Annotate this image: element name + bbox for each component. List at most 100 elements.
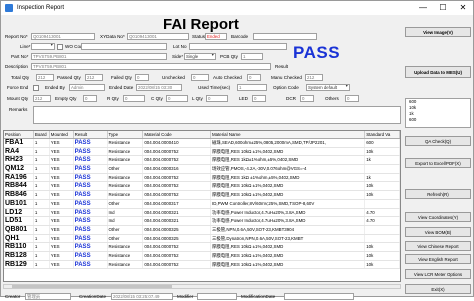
cell-material-code: 004.004.0000325 [143,225,211,234]
table-row[interactable]: LD12 1 YES PASS Ind 004.004.0000321 功率电感,Power… [4,208,400,218]
table-row[interactable]: FBA1 1 YES PASS Resistance 004.004.0000410 磁珠,… [4,139,400,148]
horizontal-scrollbar[interactable] [3,284,401,289]
inspection-table[interactable]: Position Board Mounted Result Type Material C… [3,130,401,282]
standard-value-item[interactable]: 600 [406,117,470,123]
cell-standard-value: 10k [365,147,400,156]
cell-position: RB128 [4,251,34,260]
unchecked-field: 0 [191,74,209,81]
cell-position: RB110 [4,243,34,251]
r-qty-field: 0 [123,95,145,102]
xydata-field[interactable]: Q0109413001 [127,33,189,40]
lot-no-label: Lot No [173,44,187,49]
status-field: Ended [205,33,227,40]
cell-material-code: 004.004.0000752 [143,182,211,191]
table-row[interactable]: UB101 1 YES PASS Other 004.004.0000317 ID,PWM … [4,199,400,209]
cell-result: PASS [74,251,108,260]
description-field[interactable]: TPVST59.PB801 [31,63,271,70]
xydata-label: XYData No* [100,34,125,39]
line-dropdown[interactable] [31,43,55,50]
table-row[interactable]: QB801 1 YES PASS Other 004.004.0000325 三极管,NPN… [4,225,400,235]
column-header-position[interactable]: Position [4,131,34,138]
column-header-type[interactable]: Type [108,131,144,138]
barcode-field[interactable] [253,33,317,40]
wo-code-field[interactable] [81,43,167,50]
force-end-checkbox[interactable] [33,85,39,91]
column-header-material-code[interactable]: Material Code [143,131,211,138]
used-time-field: 1 [237,84,267,91]
window-title: Inspection Report [17,5,65,11]
cell-mounted: YES [50,208,74,217]
cell-material-code: 004.004.0000752 [143,156,211,165]
view-english-report-button[interactable]: View English Report [405,254,471,264]
view-coordinates-button[interactable]: View Coordinates(Y) [405,212,471,222]
cell-board: 1 [34,165,50,173]
table-row[interactable]: RB129 1 YES PASS Resistance 004.004.0000752 厚膜… [4,260,400,270]
qa-check-button[interactable]: QA Check(Q) [405,136,471,146]
app-icon [5,4,13,12]
table-row[interactable]: LD51 1 YES PASS Ind 004.004.0000321 功率电感,Power… [4,217,400,226]
cell-board: 1 [34,156,50,165]
column-header-standard-value[interactable]: Standard Va [365,131,400,138]
table-row[interactable]: QM12 1 YES PASS Other 004.004.0000316 场效应管,PMO… [4,165,400,174]
cell-result: PASS [74,156,108,165]
table-row[interactable]: QH1 1 YES PASS Other 004.004.0000325 三极管,Dynat… [4,234,400,244]
table-row[interactable]: RB128 1 YES PASS Resistance 004.004.0000752 厚膜… [4,251,400,261]
table-header: Position Board Mounted Result Type Material C… [4,131,400,139]
option-code-dropdown[interactable]: System default [306,84,350,91]
cell-position: RB844 [4,182,34,191]
remarks-field[interactable] [33,106,401,124]
cell-result: PASS [74,182,108,191]
side-dropdown[interactable]: Single [184,53,216,60]
standard-value-list[interactable]: 600 10k 1k 600 [405,98,471,128]
cell-result: PASS [74,147,108,156]
cell-type: Other [108,225,144,234]
maximize-button[interactable]: ☐ [433,1,453,15]
exit-button[interactable]: Exit(X) [405,284,471,294]
table-row[interactable]: RH23 1 YES PASS Resistance 004.004.0000752 厚膜电… [4,156,400,166]
upload-mes-button[interactable]: Upload Data to MES(U) [405,66,471,78]
view-bom-button[interactable]: View BOM(B) [405,227,471,237]
column-header-mounted[interactable]: Mounted [50,131,74,138]
view-image-button[interactable]: View Image(V) [405,27,471,37]
wo-code-checkbox[interactable] [57,44,63,50]
cell-standard-value: 10k [365,243,400,251]
column-header-result[interactable]: Result [74,131,108,138]
column-header-material-name[interactable]: Material Name [211,131,366,138]
part-no-field[interactable]: TPVST59.PB801 [31,53,167,60]
table-row[interactable]: RB844 1 YES PASS Resistance 004.004.0000752 厚膜… [4,182,400,192]
remarks-label: Remarks [9,107,28,112]
cell-type: Resistance [108,251,144,260]
ended-date-field: 2022/08/15 03:30 [136,84,182,91]
cell-standard-value: 10k [365,182,400,191]
cell-material-code: 004.004.0000752 [143,260,211,269]
view-chinese-report-button[interactable]: View Chinese Report [405,241,471,251]
mount-qty-field: 212 [33,95,51,102]
column-header-board[interactable]: Board [34,131,50,138]
lot-no-field[interactable] [189,43,287,50]
close-button[interactable]: ✕ [453,1,473,15]
cell-standard-value: 10k [365,251,400,260]
cell-board: 1 [34,243,50,251]
cell-result: PASS [74,217,108,225]
export-excel-pdf-button[interactable]: Export to Excel/PDF(X) [405,158,471,168]
cell-material-code: 004.004.0000752 [143,147,211,156]
scrollbar-thumb[interactable] [12,285,172,288]
status-label: Status [192,34,206,39]
table-row[interactable]: RA4 1 YES PASS Resistance 004.004.0000752 厚膜电阻… [4,147,400,157]
table-row[interactable]: RB846 1 YES PASS Resistance 004.004.0000752 厚膜… [4,191,400,200]
cell-position: QM12 [4,165,34,173]
minimize-button[interactable]: — [413,1,433,15]
cell-material-name: 三极管,Dynatron,NPN,0.6A,50V,SOT-23,KMBT [211,234,366,243]
pcb-qty-field[interactable]: 1 [241,53,263,60]
cell-mounted: YES [50,225,74,234]
view-lcr-meter-options-button[interactable]: View LCR Meter Options [405,269,471,279]
report-no-field[interactable]: Q0109413001 [31,33,95,40]
cell-material-code: 004.004.0000321 [143,208,211,217]
cell-position: RB846 [4,191,34,199]
cell-material-code: 004.004.0000316 [143,165,211,173]
table-row[interactable]: RA196 1 YES PASS Resistance 004.004.0000752 厚膜… [4,173,400,183]
table-row[interactable]: RB110 1 YES PASS Resistance 004.004.0000752 厚膜… [4,243,400,252]
cell-position: UB101 [4,199,34,208]
cell-standard-value: 1k [365,173,400,182]
refresh-button[interactable]: Refresh(R) [405,189,471,199]
